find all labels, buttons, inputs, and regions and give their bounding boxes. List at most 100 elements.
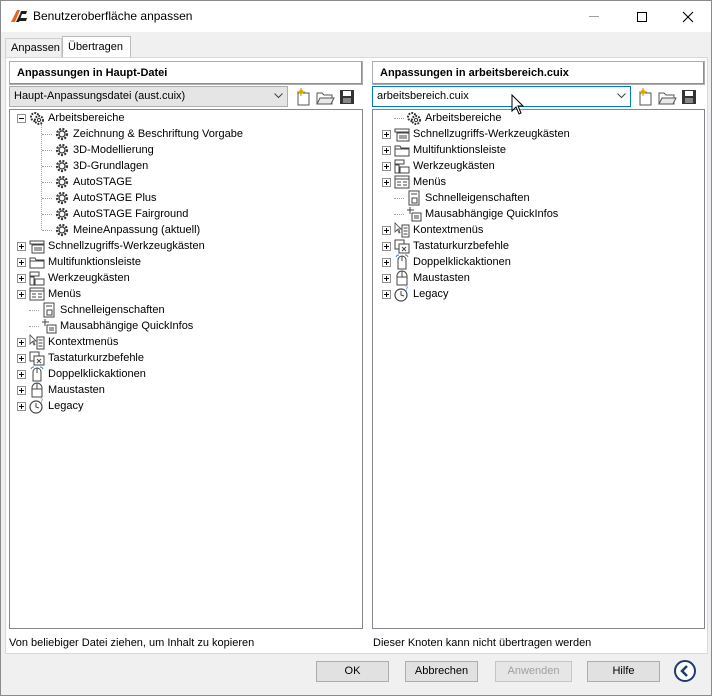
left-file-combo[interactable]: Haupt-Anpassungsdatei (aust.cuix) (9, 86, 288, 107)
expand-toggle-icon[interactable] (17, 273, 26, 283)
svg-text:?: ? (405, 286, 408, 293)
tree-node[interactable]: Maustasten (382, 270, 470, 286)
expand-toggle-icon[interactable] (17, 241, 26, 251)
expand-toggle-icon[interactable] (17, 353, 26, 363)
tree-connector (394, 197, 404, 199)
workspace-item[interactable]: 3D-Modellierung (42, 142, 154, 158)
tab-uebertragen[interactable]: Übertragen (62, 36, 131, 58)
gear-icon (55, 127, 69, 141)
workspace-item[interactable]: 3D-Grundlagen (42, 158, 148, 174)
left-status-text: Von beliebiger Datei ziehen, um Inhalt z… (9, 637, 255, 649)
cancel-button[interactable]: Abbrechen (405, 661, 478, 682)
tree-node[interactable]: Kontextmenüs (382, 222, 483, 238)
right-status-text: Dieser Knoten kann nicht übertragen werd… (373, 637, 592, 649)
gear-stack-icon (407, 112, 421, 125)
double-click-icon (30, 366, 44, 382)
ribbon-folder-icon (394, 145, 410, 157)
tab-anpassen[interactable]: Anpassen (5, 38, 62, 58)
tree-node[interactable]: ? Legacy (382, 286, 448, 302)
tree-node-label: Multifunktionsleiste (48, 256, 141, 268)
svg-text:?: ? (40, 398, 43, 405)
help-button[interactable]: Hilfe (587, 661, 660, 682)
tree-connector (29, 309, 39, 311)
expand-toggle-icon[interactable] (17, 385, 26, 395)
apply-button[interactable]: Anwenden (495, 661, 572, 682)
tree-node-arbeitsbereiche[interactable]: Arbeitsbereiche (17, 110, 124, 126)
minimize-button[interactable] (571, 1, 617, 32)
ribbon-folder-icon (29, 257, 45, 269)
tree-node[interactable]: Mausabhängige QuickInfos (394, 206, 558, 222)
collapse-toggle-icon[interactable] (17, 113, 26, 123)
expand-toggle-icon[interactable] (382, 241, 391, 251)
tree-node-label: Multifunktionsleiste (413, 144, 506, 156)
tree-node-label: Werkzeugkästen (413, 160, 495, 172)
ok-button[interactable]: OK (316, 661, 389, 682)
expand-toggle-icon[interactable] (17, 289, 26, 299)
tree-node[interactable]: Menüs (382, 174, 446, 190)
workspace-item[interactable]: Zeichnung & Beschriftung Vorgabe (42, 126, 243, 142)
gear-icon (55, 159, 69, 173)
expand-toggle-icon[interactable] (382, 145, 391, 155)
gear-stack-icon (30, 112, 44, 125)
tree-connector (29, 325, 39, 327)
tree-node[interactable]: Schnellzugriffs-Werkzeugkästen (17, 238, 205, 254)
new-file-icon[interactable] (294, 87, 314, 107)
expand-toggle-icon[interactable] (382, 273, 391, 283)
collapse-arrow-icon[interactable] (674, 660, 696, 682)
expand-toggle-icon[interactable] (382, 161, 391, 171)
tree-node[interactable]: Werkzeugkästen (382, 158, 495, 174)
tree-node[interactable]: Multifunktionsleiste (382, 142, 506, 158)
expand-toggle-icon[interactable] (17, 369, 26, 379)
tree-node[interactable]: Doppelklickaktionen (17, 366, 146, 382)
tree-node[interactable]: Tastaturkurzbefehle (382, 238, 509, 254)
toolbars-icon (394, 159, 410, 174)
tree-node[interactable]: Mausabhängige QuickInfos (29, 318, 193, 334)
tree-node[interactable]: Arbeitsbereiche (394, 110, 501, 126)
new-file-icon[interactable] (636, 87, 656, 107)
left-tree[interactable]: Arbeitsbereiche Zeichnung & Beschriftung … (9, 109, 363, 629)
tree-node[interactable]: Maustasten (17, 382, 105, 398)
tree-node-label: Mausabhängige QuickInfos (425, 208, 559, 220)
tree-node[interactable]: Werkzeugkästen (17, 270, 130, 286)
tree-node[interactable]: ? Legacy (17, 398, 83, 414)
expand-toggle-icon[interactable] (382, 177, 391, 187)
context-menu-icon (29, 334, 45, 350)
workspace-item[interactable]: AutoSTAGE Fairground (42, 206, 188, 222)
quickaccess-toolbar-icon (29, 240, 45, 254)
expand-toggle-icon[interactable] (382, 225, 391, 235)
open-file-icon[interactable] (315, 87, 335, 107)
expand-toggle-icon[interactable] (17, 257, 26, 267)
tree-node[interactable]: Menüs (17, 286, 81, 302)
tree-connector (42, 165, 52, 167)
expand-toggle-icon[interactable] (17, 401, 26, 411)
expand-toggle-icon[interactable] (382, 257, 391, 267)
minimize-icon (589, 16, 599, 17)
right-panel-header: Anpassungen in arbeitsbereich.cuix (372, 61, 705, 85)
workspace-item[interactable]: MeineAnpassung (aktuell) (42, 222, 200, 238)
tree-node[interactable]: Schnellzugriffs-Werkzeugkästen (382, 126, 570, 142)
open-file-icon[interactable] (657, 87, 677, 107)
expand-toggle-icon[interactable] (382, 289, 391, 299)
right-tree[interactable]: Arbeitsbereiche Schnellzugriffs-Werkzeugk… (372, 109, 705, 629)
tree-node[interactable]: Doppelklickaktionen (382, 254, 511, 270)
tree-node[interactable]: Schnelleigenschaften (394, 190, 530, 206)
tree-connector (42, 197, 52, 199)
close-icon (682, 11, 694, 22)
save-file-icon[interactable] (679, 87, 699, 107)
tree-node[interactable]: Schnelleigenschaften (29, 302, 165, 318)
tree-node[interactable]: Tastaturkurzbefehle (17, 350, 144, 366)
expand-toggle-icon[interactable] (382, 129, 391, 139)
right-file-combo[interactable]: arbeitsbereich.cuix (372, 86, 631, 107)
workspace-item[interactable]: AutoSTAGE (42, 174, 132, 190)
expand-toggle-icon[interactable] (17, 337, 26, 347)
tree-node[interactable]: Multifunktionsleiste (17, 254, 141, 270)
right-file-combo-value: arbeitsbereich.cuix (377, 90, 469, 102)
close-button[interactable] (665, 1, 711, 32)
tree-node[interactable]: Kontextmenüs (17, 334, 118, 350)
workspace-item[interactable]: AutoSTAGE Plus (42, 190, 157, 206)
gear-icon (55, 175, 69, 189)
maximize-button[interactable] (619, 1, 665, 32)
tree-node-label: 3D-Modellierung (73, 144, 154, 156)
save-file-icon[interactable] (337, 87, 357, 107)
keyboard-shortcut-icon (29, 351, 45, 366)
